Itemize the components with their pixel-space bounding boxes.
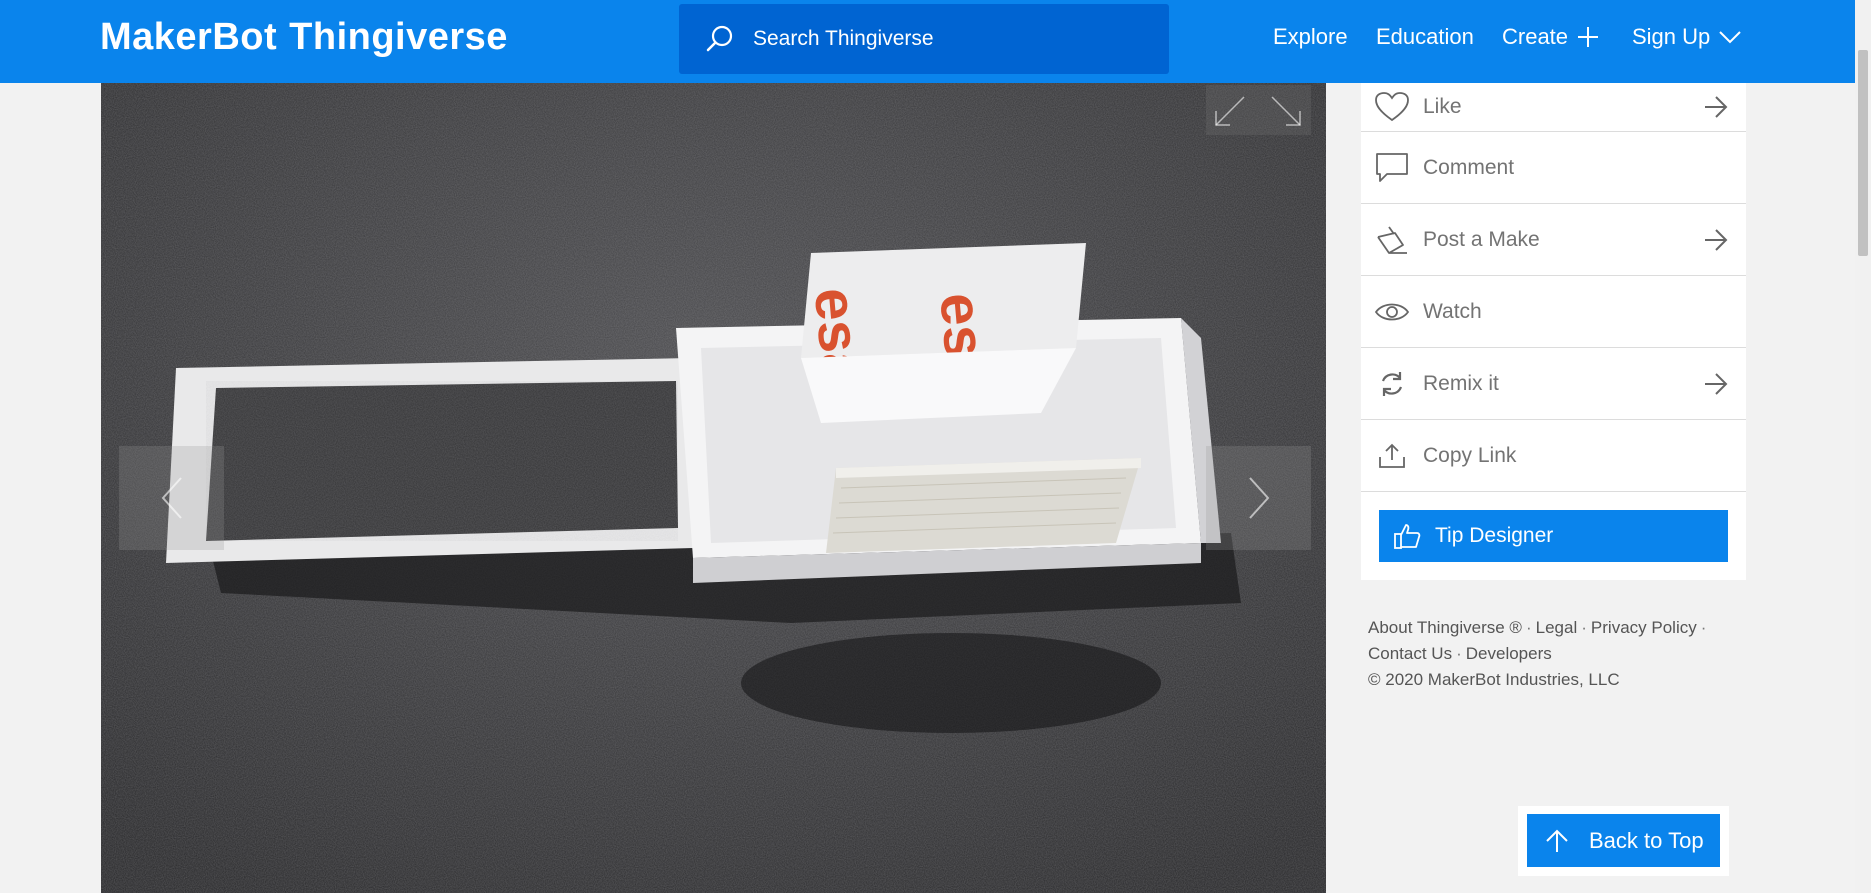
nav-education[interactable]: Education	[1376, 24, 1474, 50]
search-bar[interactable]: Search Thingiverse	[679, 4, 1169, 74]
search-input[interactable]: Search Thingiverse	[753, 27, 934, 51]
thumbs-up-icon	[1394, 524, 1421, 549]
upload-icon	[1379, 443, 1405, 468]
legal-link[interactable]: Legal	[1536, 618, 1578, 637]
comment-label: Comment	[1423, 155, 1515, 179]
chevron-down-icon	[1719, 31, 1741, 44]
like-label: Like	[1423, 95, 1462, 118]
nav-explore-label: Explore	[1273, 24, 1348, 49]
footer-links: About Thingiverse ® · Legal · Privacy Policy…	[1368, 618, 1707, 689]
developers-link[interactable]: Developers	[1466, 644, 1552, 663]
tip-designer-container: Tip Designer	[1361, 492, 1746, 580]
remix-action[interactable]: Remix it	[1361, 348, 1746, 420]
logo-makerbot: MakerBot	[100, 16, 278, 58]
arrow-up-icon	[1546, 829, 1568, 852]
image-viewer[interactable]: esa esa	[101, 83, 1326, 893]
nav-explore[interactable]: Explore	[1273, 24, 1348, 50]
post-a-make-label: Post a Make	[1423, 227, 1540, 251]
like-action[interactable]: Like	[1361, 83, 1746, 132]
logo-thingiverse: Thingiverse	[289, 16, 508, 58]
arrow-right-icon	[1705, 372, 1728, 395]
remix-label: Remix it	[1423, 371, 1499, 395]
make-icon	[1377, 225, 1407, 254]
nav-create-label: Create	[1502, 24, 1569, 49]
about-link[interactable]: About Thingiverse ®	[1368, 618, 1522, 637]
thing-actions-panel: Like Comment Post a Make Watch Remix it …	[1361, 83, 1746, 580]
next-image-button[interactable]	[1206, 446, 1311, 550]
chevron-left-icon	[161, 477, 182, 519]
comment-icon	[1376, 152, 1408, 182]
thing-photo: esa esa	[101, 83, 1326, 893]
back-to-top-button[interactable]: Back to Top	[1527, 814, 1720, 867]
heart-icon	[1375, 92, 1409, 122]
nav-create[interactable]: Create	[1502, 24, 1600, 50]
contact-link[interactable]: Contact Us	[1368, 644, 1452, 663]
nav-signup[interactable]: Sign Up	[1632, 24, 1742, 50]
chevron-right-icon	[1248, 477, 1269, 519]
thingiverse-logo[interactable]: MakerBot Thingiverse	[100, 16, 508, 59]
search-icon	[706, 25, 733, 52]
nav-education-label: Education	[1376, 24, 1474, 49]
comment-action[interactable]: Comment	[1361, 132, 1746, 204]
nav-signup-label: Sign Up	[1632, 24, 1711, 49]
expand-button[interactable]	[1206, 85, 1311, 135]
scrollbar-thumb[interactable]	[1858, 50, 1868, 256]
remix-icon	[1381, 371, 1403, 396]
arrow-right-icon	[1705, 228, 1728, 251]
back-to-top-container: Back to Top	[1518, 806, 1729, 876]
back-to-top-label: Back to Top	[1589, 827, 1704, 853]
tip-designer-button[interactable]: Tip Designer	[1379, 510, 1728, 562]
tip-designer-label: Tip Designer	[1435, 524, 1554, 547]
arrow-right-icon	[1705, 96, 1728, 118]
watch-action[interactable]: Watch	[1361, 276, 1746, 348]
post-a-make-action[interactable]: Post a Make	[1361, 204, 1746, 276]
copyright-text: © 2020 MakerBot Industries, LLC	[1368, 670, 1620, 689]
expand-icon	[1215, 96, 1301, 126]
top-header: MakerBot Thingiverse Search Thingiverse E…	[0, 0, 1855, 83]
copy-link-action[interactable]: Copy Link	[1361, 420, 1746, 492]
previous-image-button[interactable]	[119, 446, 224, 550]
plus-icon	[1578, 27, 1599, 47]
watch-label: Watch	[1423, 299, 1482, 323]
eye-icon	[1375, 303, 1409, 320]
copy-link-label: Copy Link	[1423, 443, 1517, 467]
privacy-link[interactable]: Privacy Policy	[1591, 618, 1697, 637]
